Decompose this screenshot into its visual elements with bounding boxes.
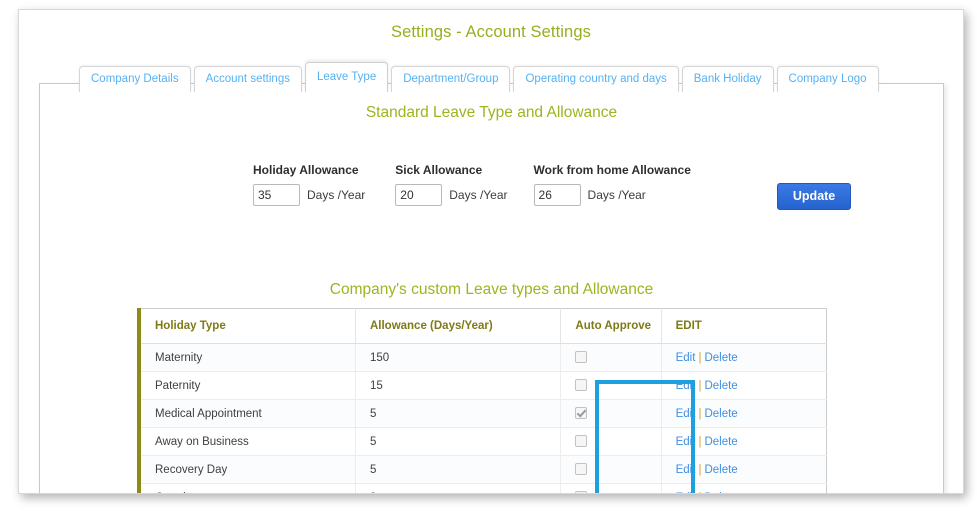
content-panel: Standard Leave Type and Allowance Holida… [39,83,944,494]
action-separator: | [698,407,702,420]
cell-holiday-type: Recovery Day [139,455,356,484]
wfh-allowance-group: Work from home Allowance Days /Year [533,163,691,206]
allowance-form: Holiday Allowance Days /Year Sick Allowa… [253,163,852,210]
cell-holiday-type: Paternity [139,371,356,400]
update-button[interactable]: Update [776,183,852,210]
wfh-allowance-label: Work from home Allowance [533,163,691,177]
cell-auto-approve [560,455,662,484]
cell-auto-approve [560,399,662,428]
sick-allowance-input[interactable] [395,184,443,206]
cell-allowance: 5 [355,399,562,428]
edit-link[interactable]: Edit [676,380,696,392]
tab-bar: Company Details Account settings Leave Typ… [79,62,879,92]
delete-link[interactable]: Delete [704,408,737,420]
auto-approve-checkbox[interactable] [575,379,588,392]
edit-link[interactable]: Edit [676,408,696,420]
delete-link[interactable]: Delete [704,436,737,448]
screenshot-root: Settings - Account Settings Company Deta… [0,0,977,511]
delete-link[interactable]: Delete [704,492,737,494]
auto-approve-checkbox-checked[interactable] [575,407,588,420]
cell-allowance: 5 [355,455,562,484]
cell-allowance: 15 [355,371,562,400]
action-separator: | [698,492,701,494]
leave-types-table: Holiday Type Allowance (Days/Year) Auto … [137,308,827,494]
tab-department-group[interactable]: Department/Group [391,66,511,92]
cell-edit-actions: Edit|Delete [661,483,827,494]
cell-edit-actions: Edit|Delete [661,371,827,400]
column-header-allowance: Allowance (Days/Year) [355,308,562,344]
leave-types-table-wrapper: Holiday Type Allowance (Days/Year) Auto … [137,308,827,494]
custom-section: Company's custom Leave types and Allowan… [40,281,943,299]
sick-allowance-label: Sick Allowance [395,163,483,177]
table-row: Overtime3 Edit|Delete [139,483,827,494]
table-row: Away on Business 5 Edit | Delete [139,427,827,456]
auto-approve-checkbox[interactable] [575,435,588,448]
tab-company-details[interactable]: Company Details [79,66,191,92]
cell-edit-actions: Edit|Delete [661,343,827,372]
standard-section-title: Standard Leave Type and Allowance [365,104,618,121]
edit-link[interactable]: Edit [676,352,696,364]
action-separator: | [698,379,702,392]
table-row: Recovery Day 5 Edit | Delete [139,455,827,484]
tab-leave-type[interactable]: Leave Type [304,62,389,92]
holiday-allowance-label: Holiday Allowance [253,163,359,177]
cell-holiday-type: Maternity [139,343,356,372]
table-body: Maternity 150 Edit | Delete Paternity 15 Edit | D… [139,343,827,494]
action-separator: | [698,351,702,364]
holiday-allowance-unit: Days /Year [307,188,366,202]
cell-auto-approve [560,371,662,400]
cell-auto-approve [560,483,662,493]
auto-approve-checkbox[interactable] [575,491,588,493]
edit-link[interactable]: Edit [676,464,696,476]
table-row: Medical Appointment 5 Edit | Delete [139,399,827,428]
tab-company-logo[interactable]: Company Logo [776,66,879,92]
tab-account-settings[interactable]: Account settings [193,66,302,92]
custom-section-title: Company's custom Leave types and Allowan… [329,281,654,298]
sick-allowance-unit: Days /Year [449,188,508,202]
cell-edit-actions: Edit|Delete [661,399,827,428]
page-title: Settings - Account Settings [391,23,591,41]
action-separator: | [698,435,702,448]
column-header-holiday-type: Holiday Type [139,308,356,344]
edit-link[interactable]: Edit [676,436,696,448]
wfh-allowance-input[interactable] [533,184,581,206]
cell-auto-approve [560,343,662,372]
tab-operating-country-and-days[interactable]: Operating country and days [513,66,679,92]
delete-link[interactable]: Delete [704,380,737,392]
table-row: Paternity 15 Edit | Delete [139,371,827,400]
column-header-edit: EDIT [661,308,827,344]
table-row: Maternity 150 Edit | Delete [139,343,827,372]
app-window: Settings - Account Settings Company Deta… [18,9,964,494]
table-header-row: Holiday Type Allowance (Days/Year) Auto … [139,308,827,344]
cell-allowance: 3 [355,483,562,493]
cell-holiday-type: Away on Business [139,427,356,456]
cell-auto-approve [560,427,662,456]
auto-approve-checkbox[interactable] [575,463,588,476]
wfh-allowance-unit: Days /Year [587,188,646,202]
sick-allowance-group: Sick Allowance Days /Year [395,163,508,206]
cell-holiday-type: Overtime [139,483,356,493]
column-header-auto-approve: Auto Approve [560,308,662,344]
cell-edit-actions: Edit|Delete [661,427,827,456]
cell-edit-actions: Edit|Delete [661,455,827,484]
cell-holiday-type: Medical Appointment [139,399,356,428]
delete-link[interactable]: Delete [704,352,737,364]
tab-bank-holiday[interactable]: Bank Holiday [681,66,774,92]
delete-link[interactable]: Delete [704,464,737,476]
action-separator: | [698,463,702,476]
cell-allowance: 5 [355,427,562,456]
cell-allowance: 150 [355,343,562,372]
auto-approve-checkbox[interactable] [575,351,588,364]
holiday-allowance-input[interactable] [253,184,300,206]
holiday-allowance-group: Holiday Allowance Days /Year [253,163,365,206]
edit-link[interactable]: Edit [676,492,696,494]
